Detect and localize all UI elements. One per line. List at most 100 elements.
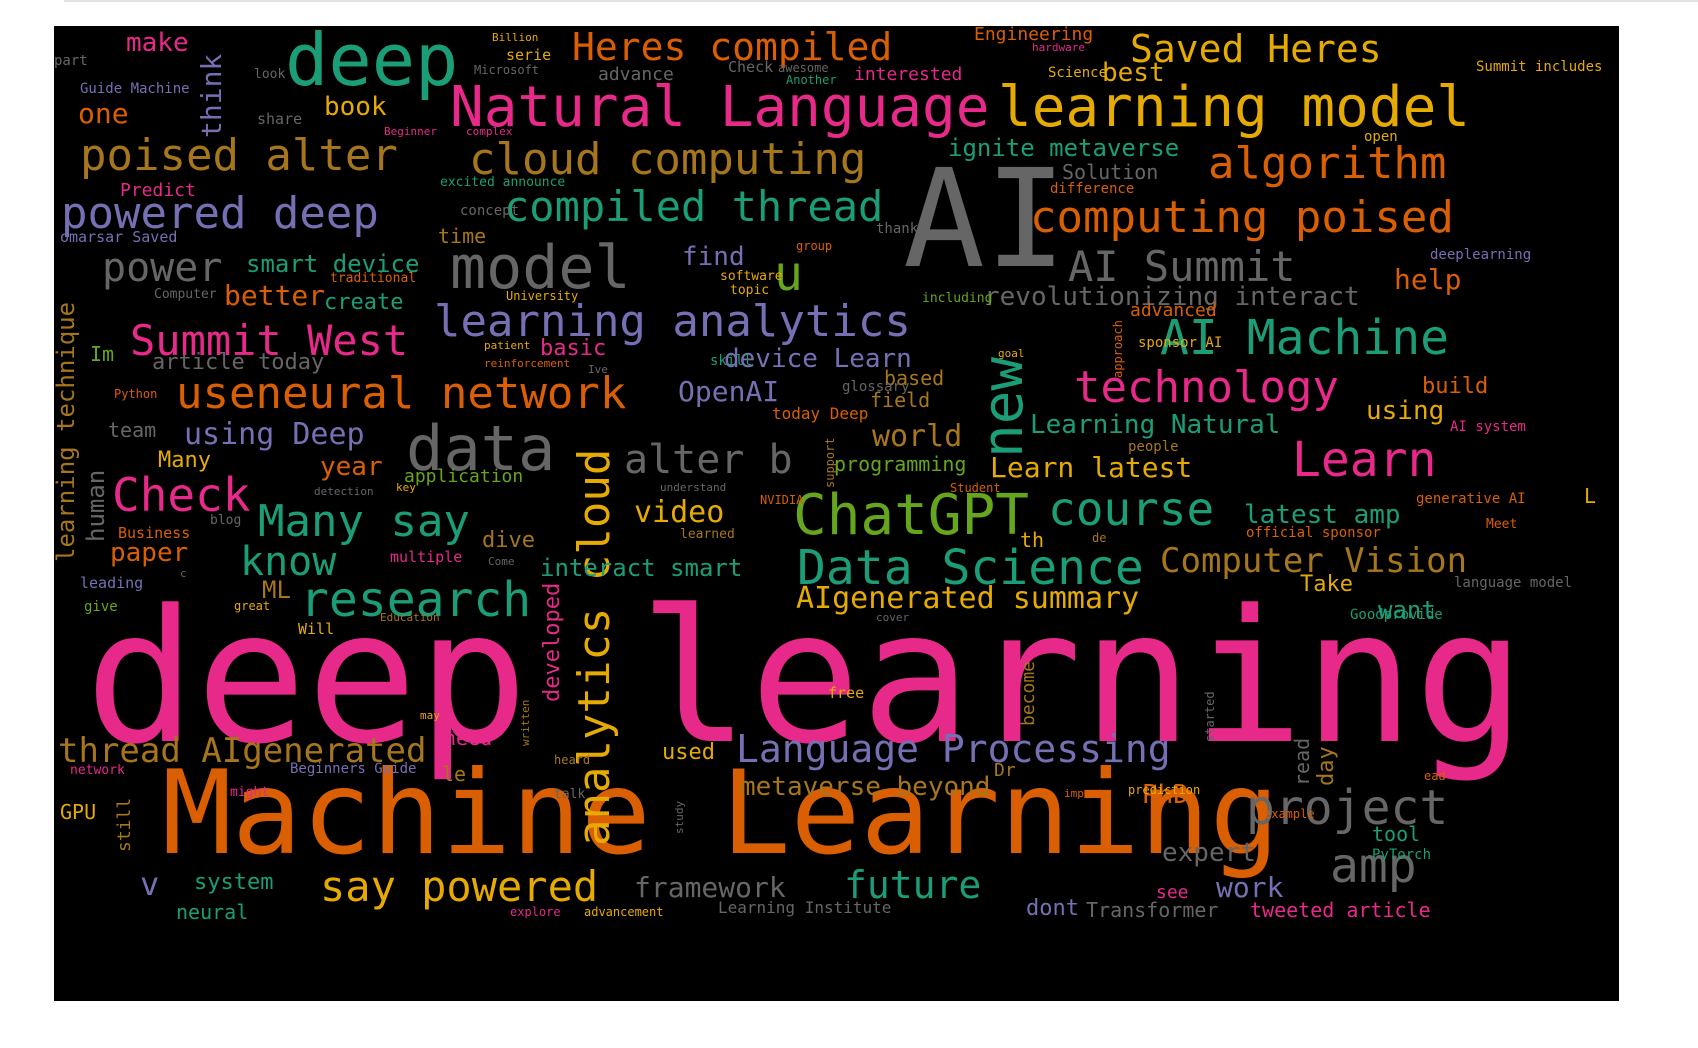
- cloud-word: University: [506, 289, 579, 303]
- cloud-word: Beginner: [384, 125, 437, 138]
- cloud-word: need: [444, 726, 493, 750]
- cloud-word: support: [823, 437, 837, 488]
- cloud-word: topic: [730, 283, 770, 298]
- cloud-word: v: [140, 865, 160, 903]
- cloud-word: Python: [114, 387, 158, 401]
- cloud-word: th: [1020, 528, 1045, 552]
- cloud-word: concept: [460, 203, 520, 219]
- cloud-word: multiple: [390, 548, 463, 566]
- cloud-word: omarsar Saved: [60, 228, 178, 246]
- cloud-word: OpenAI: [678, 375, 780, 408]
- cloud-word: Learn: [1292, 432, 1437, 488]
- cloud-word: Will: [298, 620, 335, 638]
- cloud-word: free: [828, 684, 865, 702]
- cloud-word: network: [70, 763, 125, 778]
- cloud-word: L: [1584, 484, 1597, 508]
- cloud-word: skill: [710, 353, 753, 369]
- cloud-word: Im: [90, 342, 115, 366]
- cloud-word: example: [1264, 807, 1315, 821]
- cloud-word: poised alter: [80, 130, 398, 181]
- cloud-word: Solution: [1062, 160, 1159, 184]
- cloud-word: programming: [834, 452, 967, 476]
- cloud-word: say powered: [320, 862, 599, 911]
- cloud-word: team: [108, 418, 157, 442]
- cloud-word: time: [438, 224, 487, 248]
- cloud-word: c: [180, 567, 187, 580]
- cloud-word: GPU: [60, 800, 97, 824]
- cloud-word: Goodprovide: [1350, 607, 1443, 623]
- cloud-word: deeplearning: [1430, 247, 1532, 263]
- cloud-word: system: [194, 870, 274, 895]
- cloud-word: patient: [484, 339, 531, 352]
- cloud-word: written: [519, 699, 532, 746]
- cloud-word: power: [102, 245, 223, 291]
- cloud-word: using: [1366, 396, 1445, 426]
- cloud-word: advanced: [1130, 300, 1217, 321]
- cloud-word: official sponsor: [1246, 525, 1381, 541]
- cloud-word: talk: [554, 787, 586, 802]
- cloud-word: software: [720, 269, 783, 284]
- cloud-word: generative AI: [1416, 491, 1526, 507]
- cloud-word: Billion: [492, 31, 539, 44]
- cloud-word: approach: [1111, 320, 1125, 378]
- cloud-word: human: [82, 469, 110, 542]
- cloud-word: paper: [110, 538, 189, 568]
- cloud-word: year: [320, 452, 383, 482]
- cloud-word: thank: [876, 221, 919, 237]
- cloud-word: glossary: [842, 379, 910, 395]
- cloud-word: AIgenerated summary: [796, 581, 1140, 616]
- cloud-word: Guide Machine: [80, 81, 190, 97]
- cloud-word: PyTorch: [1372, 847, 1432, 863]
- cloud-word: Dr: [994, 760, 1016, 781]
- word-cloud: deep learning Machine Learning AI deep N…: [54, 26, 1619, 1001]
- cloud-word: find: [682, 242, 745, 272]
- cloud-word: including: [922, 291, 993, 306]
- cloud-word: Many: [158, 448, 211, 473]
- cloud-word: article today: [152, 350, 325, 375]
- cloud-word: interact smart: [540, 554, 743, 582]
- cloud-word: Another: [786, 73, 837, 87]
- cloud-word: learning model: [998, 75, 1471, 140]
- top-divider: [64, 0, 1698, 2]
- cloud-word: create: [324, 290, 404, 315]
- cloud-word: course: [1048, 482, 1215, 536]
- cloud-word: le: [442, 762, 467, 786]
- cloud-word: Transformer: [1086, 898, 1219, 922]
- cloud-word: look: [254, 67, 286, 82]
- cloud-word: neural: [176, 900, 249, 924]
- cloud-word: Predict: [120, 180, 196, 201]
- cloud-word: advancement: [584, 905, 664, 919]
- cloud-word: started: [1203, 691, 1217, 742]
- cloud-word: algorithm: [1208, 138, 1447, 189]
- cloud-word: developed: [540, 582, 565, 702]
- cloud-word: difference: [1050, 181, 1135, 197]
- cloud-word: think: [195, 53, 228, 138]
- cloud-word: application: [404, 466, 524, 487]
- cloud-word: sponsor AI: [1138, 335, 1223, 351]
- cloud-word: using Deep: [184, 417, 365, 452]
- cloud-word: one: [78, 97, 129, 130]
- cloud-word: Ive: [588, 363, 608, 376]
- cloud-word: ead: [1424, 769, 1446, 783]
- cloud-word: leading: [80, 574, 144, 592]
- cloud-word: de: [1092, 531, 1107, 545]
- cloud-word: Science: [1048, 65, 1108, 81]
- cloud-word: Come: [488, 555, 515, 568]
- cloud-word: Check: [112, 468, 251, 522]
- cloud-word: Computer: [154, 287, 217, 302]
- cloud-word: Language Processing: [736, 727, 1171, 771]
- cloud-word: people: [1128, 439, 1179, 455]
- cloud-word: Take: [1300, 572, 1353, 597]
- cloud-word: become: [1018, 660, 1039, 726]
- cloud-word: blog: [210, 513, 242, 528]
- cloud-word: language model: [1454, 575, 1573, 591]
- cloud-word: dive: [482, 528, 535, 553]
- cloud-word: world: [872, 419, 963, 454]
- cloud-word: impact: [1064, 787, 1104, 800]
- cloud-word: build: [1422, 374, 1489, 399]
- cloud-word: ignite metaverse: [948, 134, 1180, 162]
- cloud-word: metaverse beyond: [740, 772, 991, 802]
- cloud-word: new: [971, 356, 1036, 458]
- cloud-word: help: [1394, 263, 1462, 296]
- cloud-word: better: [224, 279, 326, 312]
